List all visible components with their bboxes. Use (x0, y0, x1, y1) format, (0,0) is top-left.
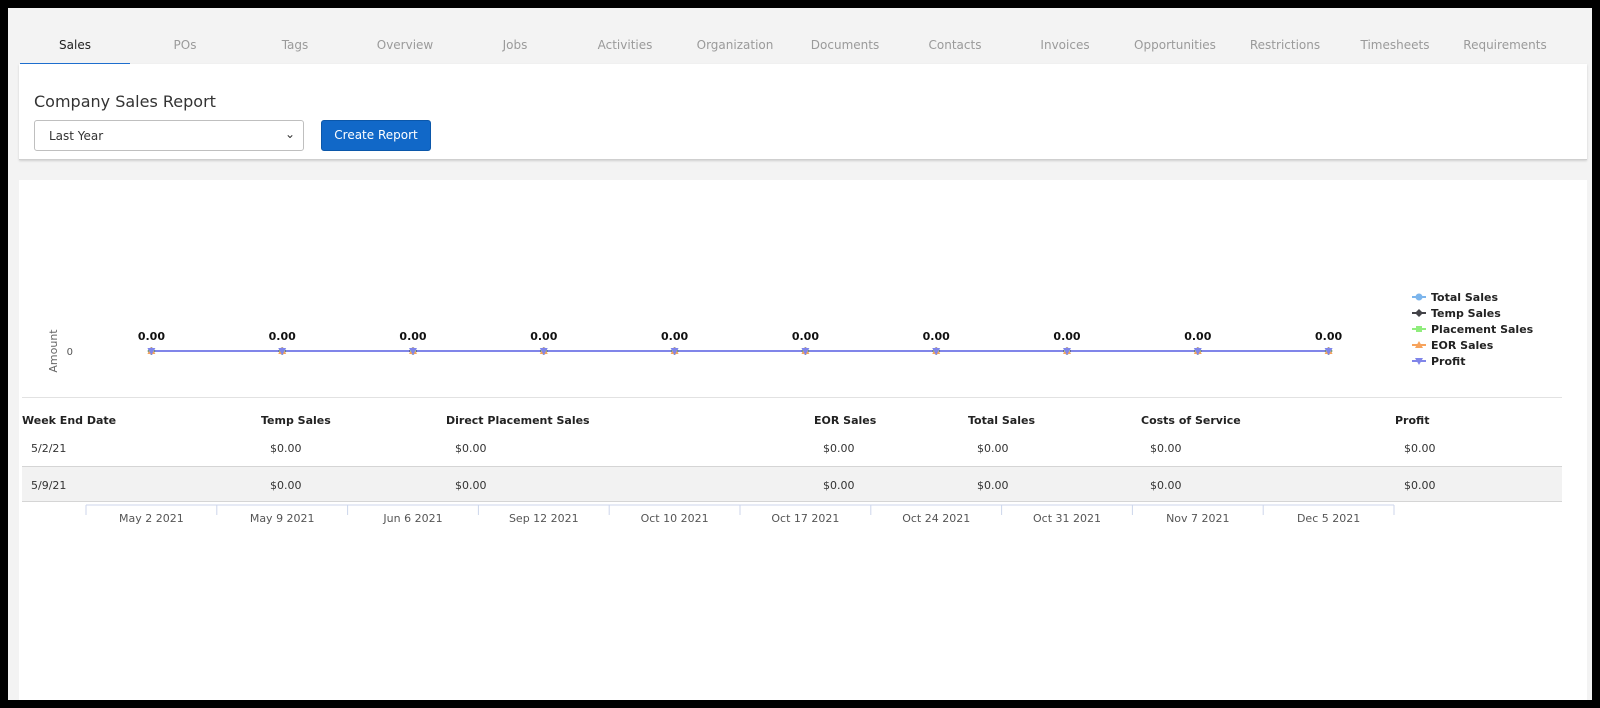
tab-activities[interactable]: Activities (570, 22, 680, 64)
data-label: 0.00 (1053, 330, 1080, 343)
x-tick-label: May 9 2021 (250, 512, 315, 525)
x-tick-label: Jun 6 2021 (382, 512, 442, 525)
data-label: 0.00 (138, 330, 165, 343)
period-select-value: Last Year (49, 129, 104, 143)
tab-organization[interactable]: Organization (680, 22, 790, 64)
tab-jobs[interactable]: Jobs (460, 22, 570, 64)
legend-item[interactable]: Total Sales (1431, 291, 1498, 304)
y-axis-title: Amount (47, 329, 60, 373)
cell-direct-placement-sales: $0.00 (455, 479, 487, 492)
cell-profit: $0.00 (1404, 479, 1436, 492)
legend-item[interactable]: Placement Sales (1431, 323, 1534, 336)
tab-timesheets[interactable]: Timesheets (1340, 22, 1450, 64)
header-direct-placement-sales[interactable]: Direct Placement Sales (446, 414, 590, 427)
divider (22, 397, 1562, 398)
header-eor-sales[interactable]: EOR Sales (814, 414, 876, 427)
tab-requirements[interactable]: Requirements (1450, 22, 1560, 64)
legend-item[interactable]: Temp Sales (1431, 307, 1501, 320)
app-frame: Sales POs Tags Overview Jobs Activities … (8, 8, 1592, 700)
data-label: 0.00 (792, 330, 819, 343)
data-label: 0.00 (1315, 330, 1342, 343)
table-row: 5/2/21 $0.00 $0.00 $0.00 $0.00 $0.00 $0.… (22, 430, 1562, 466)
cell-eor-sales: $0.00 (823, 479, 855, 492)
y-tick-label: 0 (67, 347, 73, 358)
header-week-end-date[interactable]: Week End Date (22, 414, 116, 427)
tab-overview[interactable]: Overview (350, 22, 460, 64)
sales-table: Week End Date Temp Sales Direct Placemen… (22, 400, 1562, 502)
create-report-button[interactable]: Create Report (321, 120, 431, 151)
x-tick-label: Oct 31 2021 (1033, 512, 1101, 525)
tab-invoices[interactable]: Invoices (1010, 22, 1120, 64)
cell-profit: $0.00 (1404, 442, 1436, 455)
data-label: 0.00 (661, 330, 688, 343)
tab-opportunities[interactable]: Opportunities (1120, 22, 1230, 64)
tab-bar: Sales POs Tags Overview Jobs Activities … (20, 22, 1560, 64)
chevron-down-icon: ⌄ (284, 127, 295, 141)
x-tick-label: Nov 7 2021 (1166, 512, 1229, 525)
header-total-sales[interactable]: Total Sales (968, 414, 1035, 427)
legend-marker (1415, 293, 1423, 301)
cell-direct-placement-sales: $0.00 (455, 442, 487, 455)
x-tick-label: Oct 17 2021 (771, 512, 839, 525)
sales-chart: May 2 2021 May 9 2021 Jun 6 2021 Sep 12 202… (47, 291, 1534, 525)
cell-total-sales: $0.00 (977, 442, 1009, 455)
header-costs-of-service[interactable]: Costs of Service (1141, 414, 1241, 427)
report-title: Company Sales Report (34, 92, 216, 111)
tab-documents[interactable]: Documents (790, 22, 900, 64)
data-label: 0.00 (923, 330, 950, 343)
table-row: 5/9/21 $0.00 $0.00 $0.00 $0.00 $0.00 $0.… (22, 466, 1562, 502)
cell-week-end-date: 5/2/21 (31, 442, 67, 455)
period-select[interactable]: Last Year ⌄ (34, 120, 304, 151)
report-controls-card: Company Sales Report Last Year ⌄ Create … (19, 64, 1587, 160)
tab-restrictions[interactable]: Restrictions (1230, 22, 1340, 64)
legend-item[interactable]: Profit (1431, 355, 1465, 368)
tab-contacts[interactable]: Contacts (900, 22, 1010, 64)
data-label: 0.00 (530, 330, 557, 343)
cell-week-end-date: 5/9/21 (31, 479, 67, 492)
cell-temp-sales: $0.00 (270, 479, 302, 492)
tab-pos[interactable]: POs (130, 22, 240, 64)
x-tick-label: May 2 2021 (119, 512, 184, 525)
cell-costs-of-service: $0.00 (1150, 442, 1182, 455)
cell-eor-sales: $0.00 (823, 442, 855, 455)
table-header-row: Week End Date Temp Sales Direct Placemen… (22, 400, 1562, 430)
legend-item[interactable]: EOR Sales (1431, 339, 1494, 352)
header-profit[interactable]: Profit (1395, 414, 1429, 427)
data-label: 0.00 (269, 330, 296, 343)
x-tick-label: Oct 24 2021 (902, 512, 970, 525)
x-tick-label: Sep 12 2021 (509, 512, 579, 525)
tab-sales[interactable]: Sales (20, 22, 130, 64)
legend-marker (1415, 309, 1423, 317)
tab-tags[interactable]: Tags (240, 22, 350, 64)
data-label: 0.00 (399, 330, 426, 343)
legend-marker (1416, 326, 1422, 332)
header-temp-sales[interactable]: Temp Sales (261, 414, 331, 427)
x-tick-label: Oct 10 2021 (641, 512, 709, 525)
cell-temp-sales: $0.00 (270, 442, 302, 455)
x-tick-label: Dec 5 2021 (1297, 512, 1360, 525)
data-label: 0.00 (1184, 330, 1211, 343)
cell-costs-of-service: $0.00 (1150, 479, 1182, 492)
cell-total-sales: $0.00 (977, 479, 1009, 492)
